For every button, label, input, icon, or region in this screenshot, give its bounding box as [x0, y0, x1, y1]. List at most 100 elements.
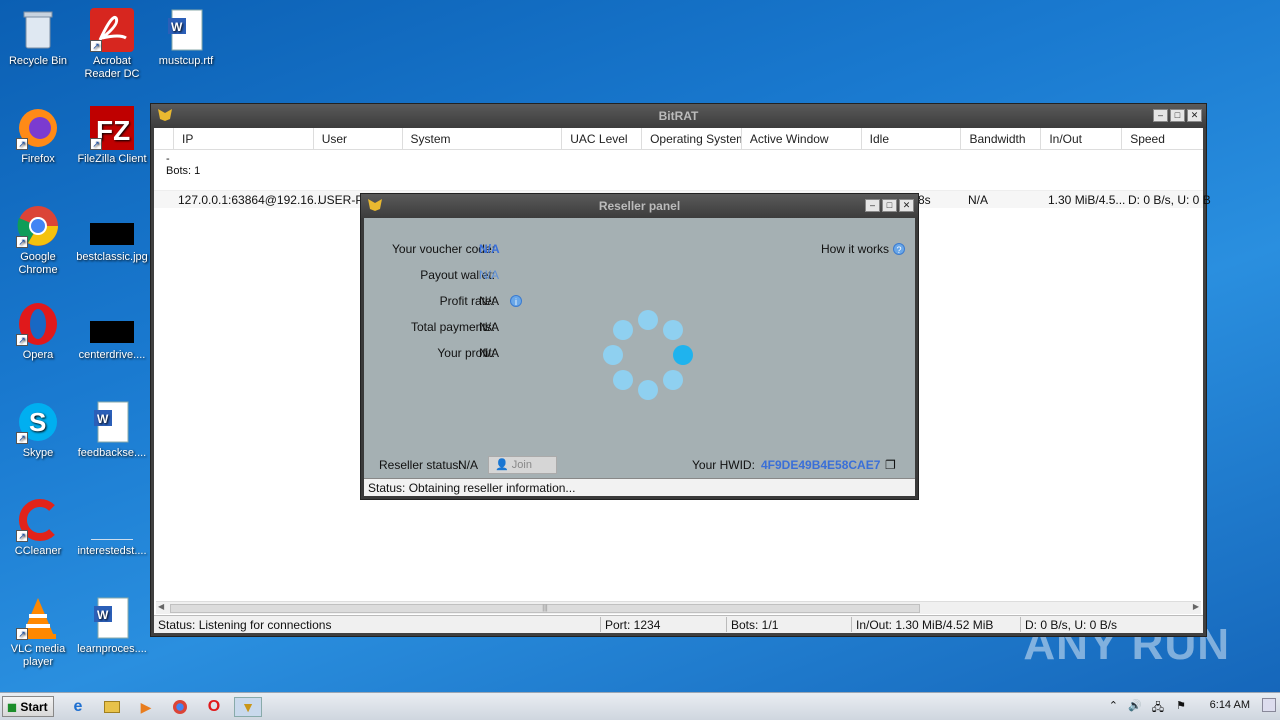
reseller-titlebar[interactable]: Reseller panel – □ ✕ — [361, 194, 918, 218]
vlc-icon: ↗ — [16, 596, 60, 640]
desktop-icon-acrobat[interactable]: ↗ Acrobat Reader DC — [74, 8, 150, 81]
bots-group-header[interactable]: - Bots: 1 — [154, 150, 1203, 178]
media-player-icon[interactable]: ▶ — [134, 697, 158, 717]
desktop-icon-ccleaner[interactable]: ↗ CCleaner — [0, 498, 76, 558]
chrome-taskbar-icon[interactable] — [168, 697, 192, 717]
maximize-button[interactable]: □ — [882, 199, 897, 212]
skype-icon: S ↗ — [16, 400, 60, 444]
row-idle: 8s — [918, 193, 931, 207]
close-button[interactable]: ✕ — [1187, 109, 1202, 122]
bitrat-taskbar-icon[interactable]: ▼ — [234, 697, 262, 717]
reseller-title: Reseller panel — [598, 199, 681, 213]
start-label: Start — [20, 700, 48, 714]
clock[interactable]: 6:14 AM — [1210, 699, 1250, 711]
chrome-icon: ↗ — [16, 204, 60, 248]
help-icon[interactable]: ? — [893, 242, 905, 256]
row-inout: 1.30 MiB/4.5... — [1048, 193, 1126, 207]
reseller-panel-dialog: Reseller panel – □ ✕ Your voucher code: … — [360, 193, 919, 500]
column-header-active-window[interactable]: Active Window — [742, 128, 862, 149]
reseller-client: Your voucher code: N/A Payout wallet: N/… — [364, 218, 915, 496]
desktop-icon-bestclassic[interactable]: bestclassic.jpg — [74, 204, 150, 264]
info-icon[interactable]: i — [510, 294, 522, 308]
main-statusbar: Status: Listening for connections Port: … — [154, 615, 1203, 633]
desktop-icon-firefox[interactable]: ↗ Firefox — [0, 106, 76, 166]
hwid-value[interactable]: 4F9DE49B4E58CAE7 — [761, 458, 880, 472]
column-header-ip[interactable]: IP — [174, 128, 314, 149]
desktop-icon-feedbackse[interactable]: W feedbackse.... — [74, 400, 150, 460]
hwid-label: Your HWID: — [692, 458, 755, 472]
scroll-left-icon[interactable]: ◀ — [158, 602, 164, 611]
desktop-icon-mustcup[interactable]: W mustcup.rtf — [148, 8, 224, 68]
volume-icon[interactable]: 🔊 — [1128, 699, 1142, 712]
voucher-value: N/A — [479, 242, 500, 256]
your-profit-value: N/A — [479, 346, 500, 360]
blank-file-icon — [90, 498, 134, 542]
desktop-icon-skype[interactable]: S ↗ Skype — [0, 400, 76, 460]
desktop-icon-recycle-bin[interactable]: Recycle Bin — [0, 8, 76, 68]
wallet-value[interactable]: N/A — [479, 268, 499, 282]
scrollbar-thumb[interactable]: ||| — [170, 604, 920, 613]
maximize-button[interactable]: □ — [1170, 109, 1185, 122]
image-file-icon — [90, 204, 134, 248]
desktop-icon-chrome[interactable]: ↗ Google Chrome — [0, 204, 76, 277]
column-header-speed[interactable]: Speed — [1122, 128, 1203, 149]
action-center-flag-icon[interactable]: ⚑ — [1176, 699, 1186, 712]
column-header-uac[interactable]: UAC Level — [562, 128, 643, 149]
start-button[interactable]: ◼ Start — [2, 696, 54, 717]
opera-taskbar-icon[interactable]: O — [202, 697, 226, 717]
how-it-works-link[interactable]: How it works — [821, 242, 889, 256]
main-titlebar[interactable]: BitRAT – □ ✕ — [151, 104, 1206, 128]
status-bots: Bots: 1/1 — [731, 618, 779, 632]
acrobat-icon: ↗ — [90, 8, 134, 52]
column-header-checkbox[interactable] — [154, 128, 174, 149]
profit-rate-value: N/A — [479, 294, 500, 308]
column-header-os[interactable]: Operating System — [642, 128, 742, 149]
tray-expand-icon[interactable]: ⌃ — [1109, 699, 1118, 712]
join-button[interactable]: 👤 Join — [488, 456, 557, 474]
desktop-icon-centerdrive[interactable]: centerdrive.... — [74, 302, 150, 362]
word-doc-icon: W — [90, 400, 134, 444]
reseller-status-label: Reseller status: — [379, 458, 462, 472]
desktop-icon-filezilla[interactable]: FZ ↗ FileZilla Client — [74, 106, 150, 166]
reseller-statusbar: Status: Obtaining reseller information..… — [364, 478, 915, 496]
total-payments-value: N/A — [479, 320, 500, 334]
desktop-icon-interestedst[interactable]: interestedst.... — [74, 498, 150, 558]
desktop-icon-vlc[interactable]: ↗ VLC media player — [0, 596, 76, 669]
group-label: Bots: 1 — [166, 165, 201, 177]
desktop-icon-learnproces[interactable]: W learnproces.... — [74, 596, 150, 656]
main-window-title: BitRAT — [658, 109, 699, 123]
word-doc-icon: W — [164, 8, 208, 52]
loading-spinner — [601, 310, 695, 404]
column-header-inout[interactable]: In/Out — [1041, 128, 1123, 149]
group-dash: - — [166, 153, 170, 165]
column-header-bandwidth[interactable]: Bandwidth — [961, 128, 1042, 149]
opera-icon: ↗ — [16, 302, 60, 346]
column-header-user[interactable]: User — [314, 128, 403, 149]
word-doc-icon: W — [90, 596, 134, 640]
ie-icon[interactable]: e — [66, 697, 90, 717]
user-icon: 👤 — [495, 459, 509, 471]
explorer-icon[interactable] — [100, 697, 124, 717]
svg-text:W: W — [97, 412, 109, 426]
taskbar: ◼ Start e ▶ O ▼ ⌃ 🔊 🖧 ⚑ 6:14 AM — [0, 692, 1280, 720]
svg-text:W: W — [171, 20, 183, 34]
windows-logo-icon: ◼ — [7, 700, 17, 714]
column-header-system[interactable]: System — [403, 128, 563, 149]
desktop-icon-opera[interactable]: ↗ Opera — [0, 302, 76, 362]
horizontal-scrollbar[interactable]: ◀ ||| ▶ — [156, 601, 1201, 614]
column-header-idle[interactable]: Idle — [862, 128, 962, 149]
status-inout: In/Out: 1.30 MiB/4.52 MiB — [856, 618, 994, 632]
status-text: Status: Listening for connections — [158, 618, 332, 632]
copy-icon[interactable]: ❐ — [885, 458, 896, 472]
close-button[interactable]: ✕ — [899, 199, 914, 212]
image-file-icon — [90, 302, 134, 346]
minimize-button[interactable]: – — [1153, 109, 1168, 122]
show-desktop-button[interactable] — [1262, 698, 1276, 712]
reseller-status-value: N/A — [458, 458, 479, 472]
firefox-icon: ↗ — [16, 106, 60, 150]
status-port: Port: 1234 — [605, 618, 661, 632]
network-icon[interactable]: 🖧 — [1152, 699, 1164, 718]
row-ip: 127.0.0.1:63864@192.16... — [178, 193, 324, 207]
minimize-button[interactable]: – — [865, 199, 880, 212]
scroll-right-icon[interactable]: ▶ — [1193, 602, 1199, 611]
